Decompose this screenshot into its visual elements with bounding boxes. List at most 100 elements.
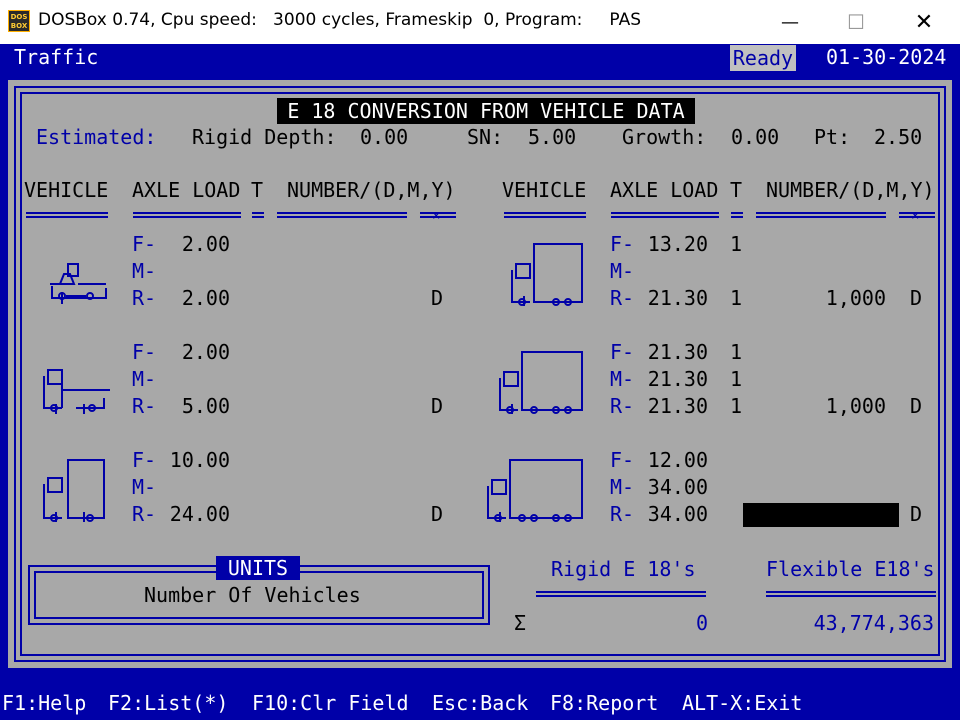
underline xyxy=(766,591,936,597)
three-axle-truck-icon xyxy=(499,351,583,414)
active-vehicle-count-field[interactable] xyxy=(743,503,899,527)
front-axle-type-field[interactable]: 1 xyxy=(730,232,742,256)
growth-label: Growth: xyxy=(622,125,707,149)
rear-axle-type-field[interactable]: 1 xyxy=(730,394,742,418)
current-date: 01-30-2024 xyxy=(826,45,947,69)
rear-axle-load-field[interactable]: 2.00 xyxy=(168,286,230,310)
flexible-e18-label: Flexible E18's xyxy=(766,557,935,581)
front-axle-load-field[interactable]: 12.00 xyxy=(634,448,708,472)
help-key[interactable]: F1:Help xyxy=(2,691,86,715)
underline xyxy=(252,212,264,218)
rear-axle-label: R- xyxy=(610,286,635,310)
rigid-depth-field[interactable]: 0.00 xyxy=(360,125,408,149)
middle-axle-label: M- xyxy=(132,367,157,391)
front-axle-label: F- xyxy=(132,448,157,472)
sigma-symbol: Σ xyxy=(514,611,527,635)
sn-label: SN: xyxy=(467,125,504,149)
col-axle-load-right: AXLE LOAD xyxy=(610,178,719,202)
front-axle-load-field[interactable]: 13.20 xyxy=(634,232,708,256)
front-axle-load-field[interactable]: 21.30 xyxy=(634,340,708,364)
middle-axle-type-field[interactable]: 1 xyxy=(730,367,742,391)
underline xyxy=(26,212,108,218)
pt-label: Pt: xyxy=(814,125,851,149)
col-t-right: T xyxy=(730,178,743,202)
front-axle-label: F- xyxy=(132,340,157,364)
close-button[interactable]: ✕ xyxy=(890,0,958,44)
middle-axle-label: M- xyxy=(610,259,635,283)
period-field[interactable]: D xyxy=(910,394,922,418)
middle-axle-load-field[interactable]: 21.30 xyxy=(634,367,708,391)
units-value[interactable]: Number Of Vehicles xyxy=(144,583,361,607)
x-marker: × xyxy=(432,208,441,224)
window-title-bar: DOS BOX DOSBox 0.74, Cpu speed: 3000 cyc… xyxy=(0,0,960,44)
rear-axle-load-field[interactable]: 24.00 xyxy=(156,502,230,526)
rear-axle-load-field[interactable]: 5.00 xyxy=(168,394,230,418)
front-axle-label: F- xyxy=(610,448,635,472)
maximize-button[interactable]: ☐ xyxy=(822,0,890,44)
rear-axle-label: R- xyxy=(132,286,157,310)
status-indicator: Ready xyxy=(730,45,796,71)
pickup-truck-icon xyxy=(43,369,110,414)
col-t-left: T xyxy=(251,178,264,202)
front-axle-label: F- xyxy=(132,232,157,256)
underline xyxy=(756,212,886,218)
exit-key[interactable]: ALT-X:Exit xyxy=(682,691,802,715)
app-title: Traffic xyxy=(14,45,99,69)
underline xyxy=(277,212,407,218)
rigid-e18-label: Rigid E 18's xyxy=(551,557,696,581)
period-field[interactable]: D xyxy=(431,502,443,526)
units-title: UNITS xyxy=(216,556,300,580)
front-axle-load-field[interactable]: 10.00 xyxy=(156,448,230,472)
col-number-left: NUMBER/(D,M,Y) xyxy=(287,178,456,202)
col-axle-load-left: AXLE LOAD xyxy=(132,178,241,202)
rear-axle-label: R- xyxy=(132,502,157,526)
underline xyxy=(133,212,241,218)
rear-axle-load-field[interactable]: 34.00 xyxy=(634,502,708,526)
flexible-e18-total: 43,774,363 xyxy=(813,611,934,635)
rear-axle-label: R- xyxy=(610,502,635,526)
back-key[interactable]: Esc:Back xyxy=(432,691,528,715)
underline xyxy=(504,212,586,218)
minimize-button[interactable]: — xyxy=(756,0,824,44)
underline xyxy=(731,212,743,218)
sn-field[interactable]: 5.00 xyxy=(528,125,576,149)
window-title: DOSBox 0.74, Cpu speed: 3000 cycles, Fra… xyxy=(38,10,642,30)
estimated-label: Estimated: xyxy=(36,125,157,149)
col-number-right: NUMBER/(D,M,Y) xyxy=(766,178,935,202)
panel-title: E 18 CONVERSION FROM VEHICLE DATA xyxy=(277,98,695,124)
rigid-e18-total: 0 xyxy=(695,611,708,635)
report-key[interactable]: F8:Report xyxy=(550,691,658,715)
vehicle-count-field[interactable]: 1,000 xyxy=(756,394,886,418)
growth-field[interactable]: 0.00 xyxy=(731,125,779,149)
rigid-depth-label: Rigid Depth: xyxy=(192,125,337,149)
clear-field-key[interactable]: F10:Clr Field xyxy=(252,691,409,715)
rear-axle-load-field[interactable]: 21.30 xyxy=(634,394,708,418)
rear-axle-load-field[interactable]: 21.30 xyxy=(634,286,708,310)
list-key[interactable]: F2:List(*) xyxy=(108,691,228,715)
front-axle-load-field[interactable]: 2.00 xyxy=(168,232,230,256)
single-unit-truck-icon xyxy=(43,459,105,522)
period-field[interactable]: D xyxy=(910,502,922,526)
col-vehicle-left: VEHICLE xyxy=(24,178,109,202)
rear-axle-label: R- xyxy=(610,394,635,418)
period-field[interactable]: D xyxy=(910,286,922,310)
four-axle-truck-icon xyxy=(487,459,583,522)
dosbox-app-icon[interactable]: DOS BOX xyxy=(8,10,30,32)
vehicle-count-field[interactable]: 1,000 xyxy=(756,286,886,310)
car-icon xyxy=(50,263,107,304)
two-axle-truck-icon xyxy=(511,243,583,306)
front-axle-load-field[interactable]: 2.00 xyxy=(168,340,230,364)
dos-screen: Traffic Ready 01-30-2024 E 18 CONVERSION… xyxy=(0,44,960,720)
underline xyxy=(611,212,719,218)
period-field[interactable]: D xyxy=(431,394,443,418)
front-axle-type-field[interactable]: 1 xyxy=(730,340,742,364)
rear-axle-label: R- xyxy=(132,394,157,418)
period-field[interactable]: D xyxy=(431,286,443,310)
middle-axle-load-field[interactable]: 34.00 xyxy=(634,475,708,499)
middle-axle-label: M- xyxy=(132,259,157,283)
rear-axle-type-field[interactable]: 1 xyxy=(730,286,742,310)
function-key-bar: F1:Help F2:List(*) F10:Clr Field Esc:Bac… xyxy=(0,690,960,720)
col-vehicle-right: VEHICLE xyxy=(502,178,587,202)
pt-field[interactable]: 2.50 xyxy=(874,125,922,149)
middle-axle-label: M- xyxy=(610,475,635,499)
